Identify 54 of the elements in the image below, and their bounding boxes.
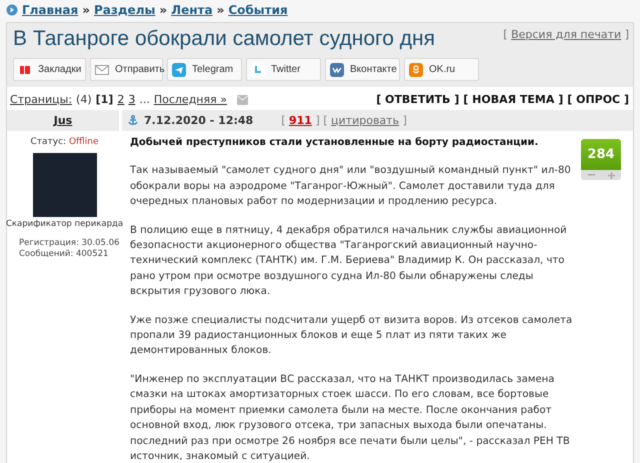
page-count: (4) xyxy=(76,93,92,106)
avatar-placeholder xyxy=(32,153,96,217)
breadcrumb-link[interactable]: Лента xyxy=(171,3,213,17)
post-paragraph: Так называемый "самолет судного дня" или "воздушный командный пункт" ил-80 обокрали воры на аэродроме "Таганрог-Южный". Самолет доставили туда для очередных плановых работ по модернизации и продлению ресурса. xyxy=(130,164,572,210)
breadcrumb-link[interactable]: События xyxy=(228,3,288,17)
topic-title: В Таганроге обокрали самолет судного дня xyxy=(13,26,435,51)
user-title: Скарификатор перикарда xyxy=(6,219,124,229)
anchor-icon[interactable] xyxy=(128,115,138,126)
rating-score: 284 xyxy=(581,139,621,170)
share-button[interactable]: Закладки xyxy=(13,58,86,81)
post-date: 7.12.2020 - 12:48 xyxy=(144,114,254,127)
post-number-link[interactable]: 911 xyxy=(288,114,312,127)
print-link[interactable]: Версия для печати xyxy=(511,28,622,41)
user-stat: Регистрация: 30.05.06 xyxy=(19,238,120,248)
arrow-circle-icon xyxy=(6,4,18,16)
post-paragraph: В полицию еще в пятницу, 4 декабря обратился начальник службы авиационной безопасности акционерного общества "Таганрогский авиационный научно-технический комплекс (ТАНТК) им. Г.М. Бериева" Владимир К. Он рассказал, что рано утром при осмотре воздушного судна Ил-80 были обнаружены следы вскрытия грузового люка. xyxy=(130,224,568,300)
quote-link[interactable]: цитировать xyxy=(331,114,400,127)
bracket: [ xyxy=(503,28,508,41)
logo-icon xyxy=(330,62,344,76)
share-button[interactable]: Вконтакте xyxy=(325,58,400,81)
share-button[interactable]: Отправить xyxy=(90,58,163,81)
bracket: [ xyxy=(281,114,286,127)
breadcrumb-separator: » xyxy=(82,3,90,17)
share-button[interactable]: OK.ru xyxy=(404,58,479,81)
logo-icon xyxy=(409,62,423,76)
user-status: Статус: Offline xyxy=(30,137,98,147)
paper-plane-icon xyxy=(172,62,186,76)
bracket: ] xyxy=(315,114,320,127)
post-paragraph: Уже позже специалисты подсчитали ущерб от визита воров. Из отсеков самолета пропали 39 радиостанционных блоков и еще 5 плат из пяти таких же демонтированных блоков. xyxy=(130,314,574,358)
action-link[interactable]: [ НОВАЯ ТЕМА ] xyxy=(463,93,564,106)
logo-icon xyxy=(18,62,32,76)
breadcrumb-link[interactable]: Главная xyxy=(22,3,78,17)
post-lead: Добычей преступников стали установленные на борту радиостанции. xyxy=(130,136,540,150)
user-stat: Сообщений: 400521 xyxy=(19,249,110,259)
share-button[interactable]: Telegram xyxy=(167,58,242,81)
breadcrumb-separator: » xyxy=(216,3,224,17)
action-link[interactable]: [ ОТВЕТИТЬ ] xyxy=(376,93,460,106)
pages-link[interactable]: Страницы: xyxy=(10,93,72,106)
breadcrumb-separator: » xyxy=(159,3,168,17)
ellipsis: ... xyxy=(139,93,150,106)
envelope-icon xyxy=(95,62,109,76)
bracket: ] xyxy=(624,28,629,41)
page-link[interactable]: [1] xyxy=(96,93,114,106)
page-link[interactable]: 2 xyxy=(117,93,124,106)
page-link[interactable]: 3 xyxy=(128,93,136,106)
bracket: [ xyxy=(323,114,328,127)
post-paragraph: "Инженер по эксплуатации ВС рассказал, что на ТАНКТ производилась замена смазки на штоках амортизаторных стоек шасси. По его словам, все бортовые приборы на момент приемки самолета были на месте. После окончания работ основной вход, люк грузового отсека, три запасных выхода были опечатаны. последний раз при осмотре 26 ноября все печати были целы", - рассказал РЕН ТВ источник, знакомый с ситуацией. xyxy=(130,372,571,463)
action-link[interactable]: [ ОПРОС ] xyxy=(567,93,629,106)
author-name[interactable]: Jus xyxy=(54,114,72,127)
bracket: ] xyxy=(402,114,407,127)
share-button[interactable]: Twitter xyxy=(246,58,321,81)
breadcrumb-link[interactable]: Разделы xyxy=(94,3,156,17)
envelope-icon[interactable] xyxy=(236,94,248,104)
last-page-link[interactable]: Последняя » xyxy=(154,93,227,106)
